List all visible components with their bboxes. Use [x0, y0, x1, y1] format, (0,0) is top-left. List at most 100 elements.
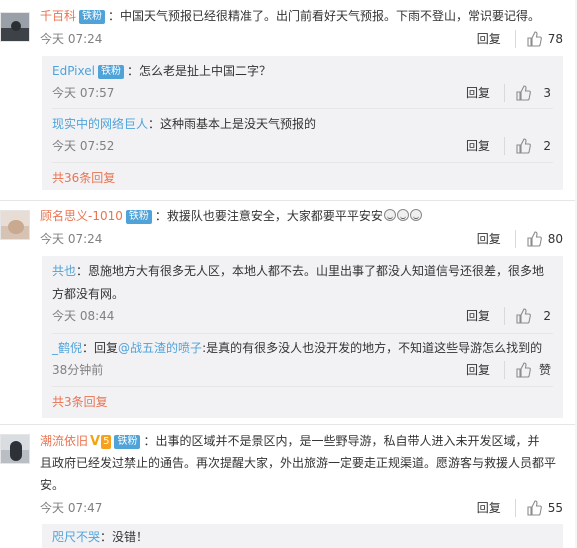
reply-actions: 回复 3	[466, 84, 551, 102]
colon: ：	[82, 341, 95, 355]
comment-line: 千百科 铁粉 ：中国天气预报已经很精准了。出门前看好天气预报。下雨不登山，常识要记得…	[40, 7, 540, 25]
reply-username-link[interactable]: EdPixel	[52, 64, 95, 78]
pray-emoji-icon	[409, 209, 422, 221]
pray-emoji-icon	[383, 209, 396, 221]
comment-line: 潮流依旧 V 5 铁粉 ：出事的区域并不是景区内，是一些野导游，私自带人进入未开发区域，…	[40, 432, 539, 451]
reply-actions: 回复 2	[466, 307, 551, 325]
thumbs-up-icon[interactable]	[515, 308, 531, 324]
reply-line: _鹤倪：回复@战五渣的喷子:是真的有很多没人也没开发的地方，不知道这些导游怎么找…	[52, 339, 542, 357]
pray-emoji-icon	[396, 209, 409, 221]
fan-badge[interactable]: 铁粉	[79, 10, 106, 24]
thumbs-up-icon[interactable]	[526, 500, 542, 516]
level-badge[interactable]: 5	[101, 435, 112, 449]
like-count: 80	[547, 232, 563, 246]
thumbs-up-icon[interactable]	[515, 362, 531, 378]
comment-actions: 回复 78	[477, 30, 563, 48]
timestamp: 今天 07:24	[40, 232, 103, 246]
thumbs-up-icon[interactable]	[526, 31, 542, 47]
colon: ：	[76, 264, 89, 278]
reply-username-link[interactable]: 咫尺不哭	[52, 530, 100, 544]
reply-username-link[interactable]: _鹤倪	[52, 341, 82, 355]
comment-thread: 千百科 铁粉 ：中国天气预报已经很精准了。出门前看好天气预报。下雨不登山，常识要记得…	[0, 0, 577, 548]
reply-text: :是真的有很多没人也没开发的地方，不知道这些导游怎么找到的	[202, 341, 543, 355]
reply-prefix: 回复	[94, 341, 119, 355]
avatar[interactable]	[0, 434, 30, 464]
colon: ：	[148, 117, 161, 131]
reply-actions: 回复 赞	[466, 361, 551, 379]
like-count: 3	[543, 86, 551, 100]
like-count: 2	[543, 139, 551, 153]
timestamp: 今天 08:44	[52, 309, 115, 323]
mention-link[interactable]: @战五渣的喷子	[118, 341, 202, 355]
comment-text: 且政府已经发过禁止的通告。再次提醒大家，外出旅游一定要走正规渠道。愿游客与救援人…	[40, 456, 557, 470]
reply-divider	[52, 386, 553, 387]
reply-button[interactable]: 回复	[466, 361, 505, 379]
timestamp: 今天 07:24	[40, 32, 103, 46]
reply-button[interactable]: 回复	[466, 307, 505, 325]
reply-text: 没错！	[112, 530, 149, 544]
reply-text: 怎么老是扯上中国二字？	[138, 64, 271, 78]
reply-divider	[52, 108, 553, 109]
reply-text: 恩施地方大有很多无人区，本地人都不去。山里出事了都没人知道信号还很差，很多地	[88, 264, 545, 278]
comment-text: 出事的区域并不是景区内，是一些野导游，私自带人进入未开发区域，并	[155, 434, 540, 448]
thumbs-up-icon[interactable]	[515, 85, 531, 101]
reply-username-link[interactable]: 现实中的网络巨人	[52, 117, 148, 131]
reply-line: 咫尺不哭：没错！	[52, 528, 148, 546]
reply-box: EdPixel 铁粉 ：怎么老是扯上中国二字？ 今天 07:57 回复 3 现实中的网…	[42, 56, 563, 190]
verified-v-icon: V	[90, 434, 101, 449]
comment-actions: 回复 80	[477, 230, 563, 248]
timestamp: 今天 07:52	[52, 139, 115, 153]
like-label: 赞	[538, 363, 551, 377]
reply-line: 共也：恩施地方大有很多无人区，本地人都不去。山里出事了都没人知道信号还很差，很多…	[52, 262, 544, 280]
timestamp: 38分钟前	[52, 363, 104, 377]
reply-actions: 回复 2	[466, 137, 551, 155]
colon: ：	[143, 434, 156, 448]
comment-line: 且政府已经发过禁止的通告。再次提醒大家，外出旅游一定要走正规渠道。愿游客与救援人…	[40, 454, 556, 472]
fan-badge[interactable]: 铁粉	[114, 435, 141, 449]
reply-divider	[52, 162, 553, 163]
more-replies-link[interactable]: 共3条回复	[52, 393, 108, 411]
username-link[interactable]: 顾名思义-1010	[40, 209, 123, 223]
comment-text: 中国天气预报已经很精准了。出门前看好天气预报。下雨不登山，常识要记得。	[120, 9, 541, 23]
avatar[interactable]	[0, 12, 30, 42]
reply-box: 共也：恩施地方大有很多无人区，本地人都不去。山里出事了都没人知道信号还很差，很多…	[42, 256, 563, 418]
thumbs-up-icon[interactable]	[526, 231, 542, 247]
reply-text: 这种雨基本上是没天气预报的	[160, 117, 317, 131]
like-count: 2	[543, 309, 551, 323]
comment-line: 安。	[40, 476, 64, 494]
reply-box: 咫尺不哭：没错！	[42, 524, 563, 548]
reply-button[interactable]: 回复	[477, 499, 516, 517]
reply-line: 方都没有网。	[52, 285, 124, 303]
username-link[interactable]: 千百科	[40, 9, 76, 23]
like-count: 78	[547, 32, 563, 46]
reply-text: 方都没有网。	[52, 287, 125, 301]
comment: 顾名思义-1010 铁粉 ：救援队也要注意安全，大家都要平平安安 今天 07:24 …	[0, 200, 577, 422]
timestamp: 今天 07:57	[52, 86, 115, 100]
colon: ：	[154, 209, 167, 223]
reply-line: EdPixel 铁粉 ：怎么老是扯上中国二字？	[52, 62, 271, 80]
avatar[interactable]	[0, 210, 30, 240]
timestamp: 今天 07:47	[40, 501, 103, 515]
thumbs-up-icon[interactable]	[515, 138, 531, 154]
colon: ：	[100, 530, 113, 544]
more-replies-link[interactable]: 共36条回复	[52, 169, 115, 187]
comment-line: 顾名思义-1010 铁粉 ：救援队也要注意安全，大家都要平平安安	[40, 207, 422, 225]
comment-text: 救援队也要注意安全，大家都要平平安安	[166, 209, 383, 223]
comment-actions: 回复 55	[477, 499, 563, 517]
fan-badge[interactable]: 铁粉	[97, 65, 124, 79]
reply-button[interactable]: 回复	[466, 137, 505, 155]
reply-line: 现实中的网络巨人：这种雨基本上是没天气预报的	[52, 115, 316, 133]
reply-button[interactable]: 回复	[477, 230, 516, 248]
reply-button[interactable]: 回复	[477, 30, 516, 48]
like-count: 55	[547, 501, 563, 515]
reply-divider	[52, 333, 553, 334]
colon: ：	[126, 64, 139, 78]
comment-text: 安。	[40, 478, 65, 492]
reply-button[interactable]: 回复	[466, 84, 505, 102]
colon: ：	[108, 9, 121, 23]
reply-username-link[interactable]: 共也	[52, 264, 76, 278]
comment: 潮流依旧 V 5 铁粉 ：出事的区域并不是景区内，是一些野导游，私自带人进入未开发区域，…	[0, 424, 577, 548]
fan-badge[interactable]: 铁粉	[125, 210, 152, 224]
username-link[interactable]: 潮流依旧	[40, 434, 88, 448]
comment: 千百科 铁粉 ：中国天气预报已经很精准了。出门前看好天气预报。下雨不登山，常识要记得…	[0, 0, 577, 190]
